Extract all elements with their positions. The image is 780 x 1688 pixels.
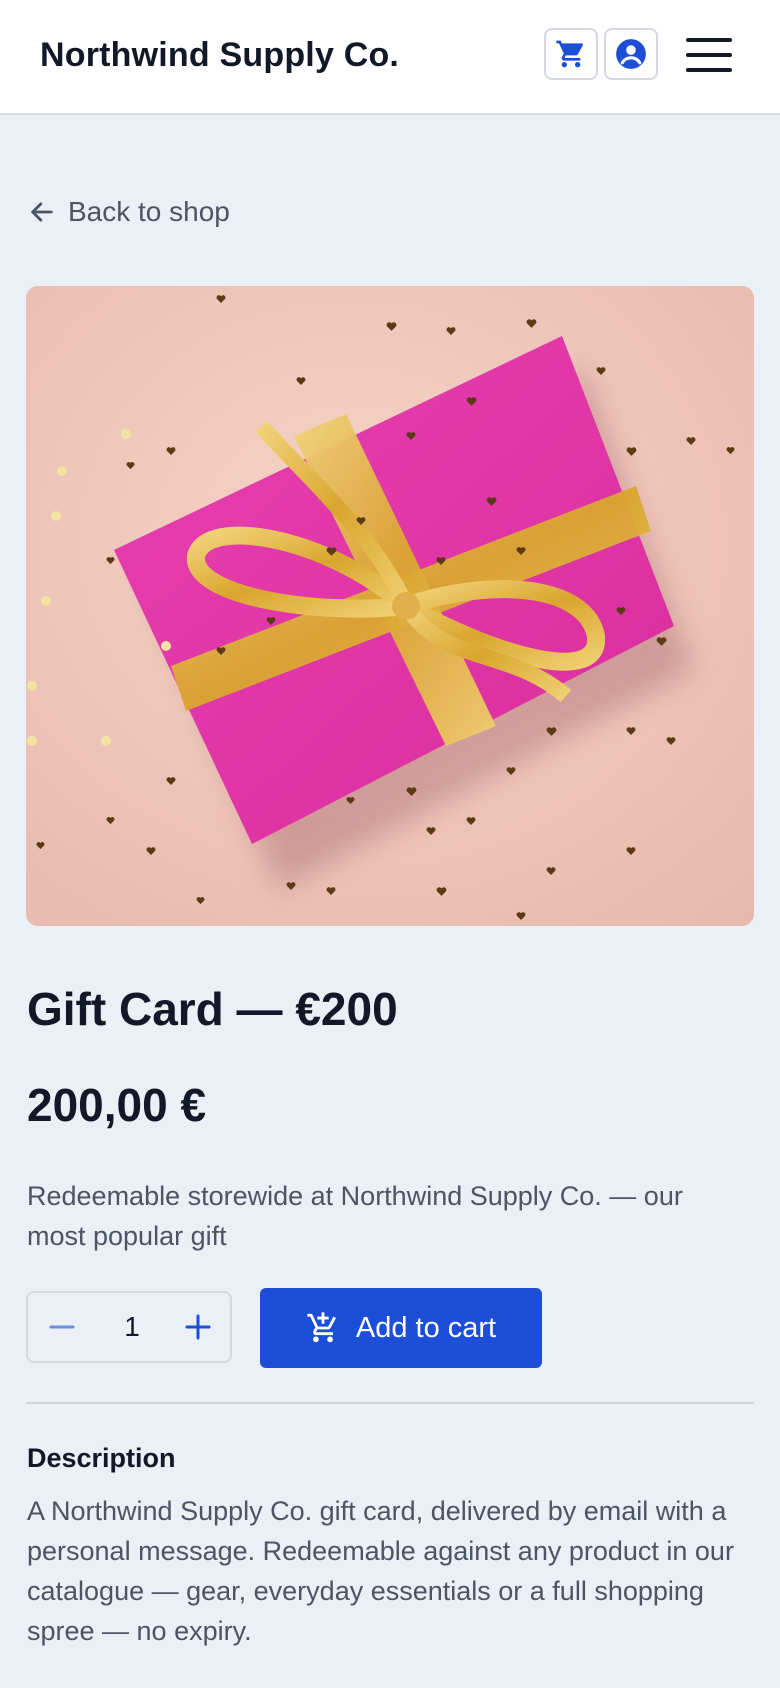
add-to-cart-label: Add to cart [355,1311,497,1344]
cart-icon [556,40,584,68]
product-title: Gift Card — €200 [27,983,398,1035]
section-divider [26,1402,754,1404]
description-body: A Northwind Supply Co. gift card, delive… [27,1496,734,1646]
site-header: Northwind Supply Co. [0,0,780,115]
account-circle-icon [616,39,646,69]
decrease-quantity-button[interactable] [48,1313,76,1341]
gift-box-illustration [26,286,754,926]
add-to-cart-button[interactable]: Add to cart [260,1288,542,1368]
brand-logo[interactable]: Northwind Supply Co. [40,36,399,75]
quantity-value[interactable]: 1 [104,1311,160,1343]
hamburger-menu-icon[interactable] [686,38,732,72]
product-price: 200,00 € [27,1079,207,1131]
menu-line [686,38,732,42]
menu-line [686,53,732,57]
back-to-shop-label: Back to shop [68,196,230,227]
product-subtitle: Redeemable storewide at Northwind Supply… [27,1181,683,1251]
increase-quantity-button[interactable] [184,1313,212,1341]
back-to-shop-link[interactable]: Back to shop [28,196,230,228]
arrow-left-icon [31,202,53,222]
product-image [26,286,754,926]
account-button[interactable] [604,28,658,80]
plus-icon [185,1314,211,1340]
cart-button[interactable] [544,28,598,80]
description-heading: Description [27,1443,176,1473]
menu-line [686,68,732,72]
add-to-cart-icon [307,1312,336,1343]
quantity-stepper: 1 [26,1291,232,1363]
minus-icon [49,1325,75,1329]
